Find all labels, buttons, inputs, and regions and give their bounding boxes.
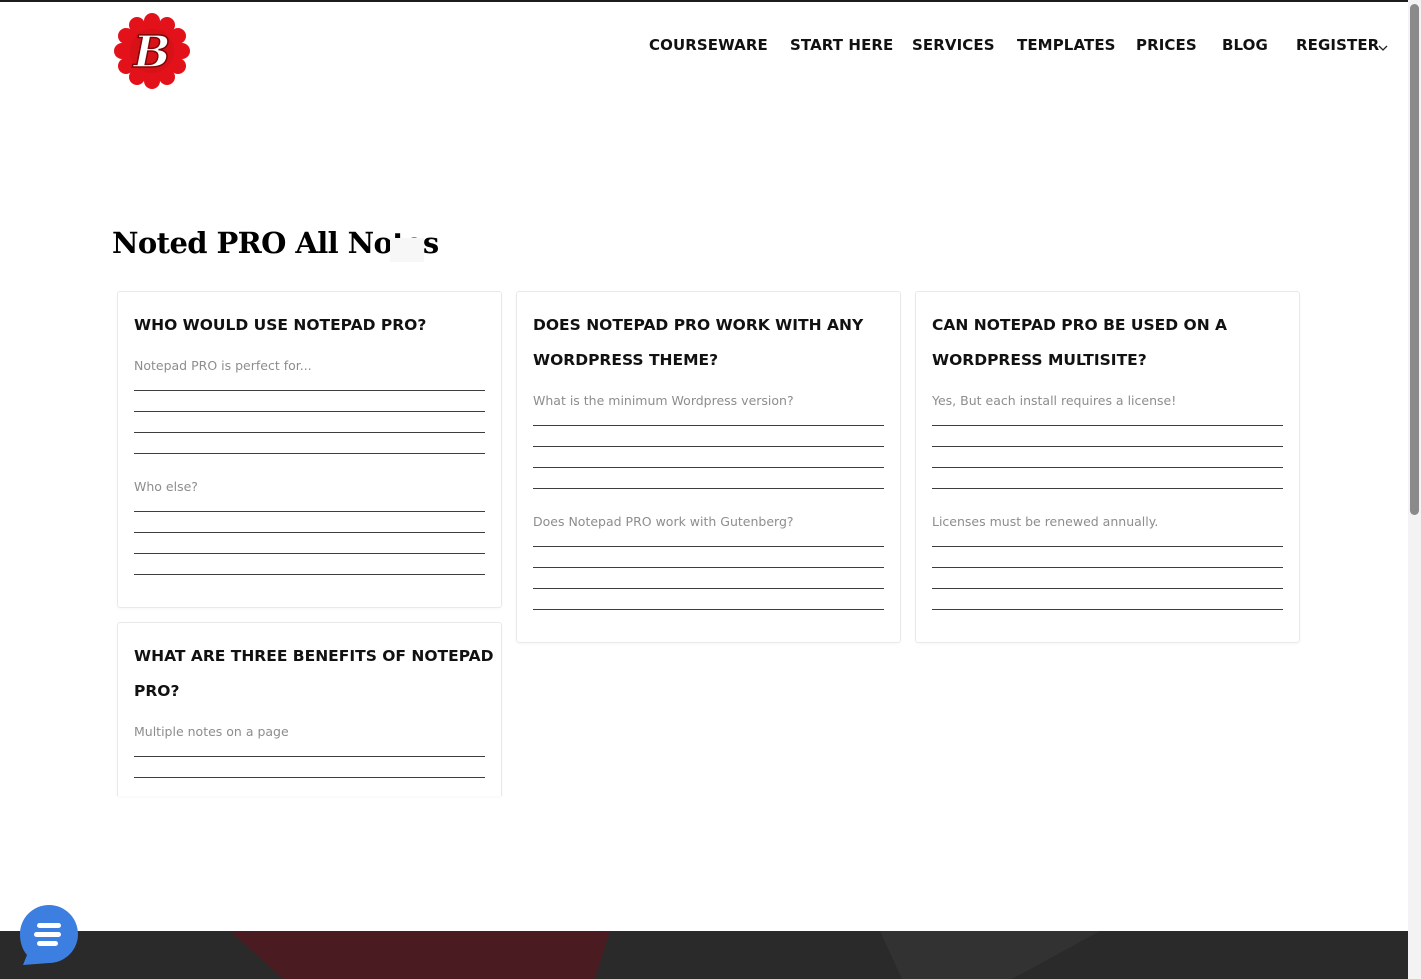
note-line[interactable] (533, 609, 884, 610)
note-prompt: Licenses must be renewed annually. (932, 514, 1159, 529)
note-title: WHAT ARE THREE BENEFITS OF NOTEPAD PRO? (134, 647, 494, 700)
note-line[interactable] (134, 511, 485, 512)
footer-decoration (880, 931, 1100, 979)
note-line[interactable] (134, 390, 485, 391)
note-line[interactable] (134, 574, 485, 575)
nav-blog[interactable]: BLOG (1222, 36, 1268, 54)
chevron-down-icon[interactable] (1378, 44, 1388, 52)
note-card: WHO WOULD USE NOTEPAD PRO? Notepad PRO i… (117, 291, 502, 608)
note-title: WHO WOULD USE NOTEPAD PRO? (134, 316, 427, 334)
site-footer (0, 931, 1408, 979)
nav-services[interactable]: SERVICES (912, 36, 995, 54)
note-line[interactable] (533, 546, 884, 547)
nav-templates[interactable]: TEMPLATES (1017, 36, 1116, 54)
note-line[interactable] (134, 532, 485, 533)
note-line[interactable] (134, 432, 485, 433)
note-prompt: Does Notepad PRO work with Gutenberg? (533, 514, 794, 529)
note-line[interactable] (533, 446, 884, 447)
note-line[interactable] (932, 588, 1283, 589)
note-line[interactable] (533, 588, 884, 589)
note-prompt: Who else? (134, 479, 198, 494)
note-line[interactable] (932, 467, 1283, 468)
note-line[interactable] (134, 453, 485, 454)
note-card: CAN NOTEPAD PRO BE USED ON A WORDPRESS M… (915, 291, 1300, 643)
nav-register[interactable]: REGISTER (1296, 36, 1379, 54)
nav-prices[interactable]: PRICES (1136, 36, 1197, 54)
note-prompt: Notepad PRO is perfect for... (134, 358, 312, 373)
note-line[interactable] (533, 425, 884, 426)
top-border (0, 0, 1408, 2)
note-line[interactable] (134, 411, 485, 412)
note-card: DOES NOTEPAD PRO WORK WITH ANY WORDPRESS… (516, 291, 901, 643)
nav-start-here[interactable]: START HERE (790, 36, 893, 54)
chat-bubble-icon (20, 905, 78, 965)
note-card: WHAT ARE THREE BENEFITS OF NOTEPAD PRO? … (117, 622, 502, 796)
note-prompt: Multiple notes on a page (134, 724, 289, 739)
note-line[interactable] (134, 553, 485, 554)
note-title: DOES NOTEPAD PRO WORK WITH ANY WORDPRESS… (533, 316, 864, 369)
footer-decoration (230, 931, 610, 979)
note-line[interactable] (533, 467, 884, 468)
main-nav: COURSEWARE START HERE SERVICES TEMPLATES… (0, 36, 1408, 60)
note-line[interactable] (932, 567, 1283, 568)
note-prompt: Yes, But each install requires a license… (932, 393, 1177, 408)
note-line[interactable] (533, 567, 884, 568)
note-line[interactable] (932, 546, 1283, 547)
nav-courseware[interactable]: COURSEWARE (649, 36, 768, 54)
note-line[interactable] (533, 488, 884, 489)
note-line[interactable] (932, 609, 1283, 610)
note-line[interactable] (134, 777, 485, 778)
note-prompt: What is the minimum Wordpress version? (533, 393, 794, 408)
title-highlight (390, 238, 424, 262)
chat-widget-button[interactable] (20, 905, 78, 965)
note-line[interactable] (932, 425, 1283, 426)
note-line[interactable] (932, 446, 1283, 447)
note-line[interactable] (932, 488, 1283, 489)
scrollbar-thumb[interactable] (1410, 4, 1419, 515)
note-line[interactable] (134, 756, 485, 757)
note-title: CAN NOTEPAD PRO BE USED ON A WORDPRESS M… (932, 316, 1228, 369)
